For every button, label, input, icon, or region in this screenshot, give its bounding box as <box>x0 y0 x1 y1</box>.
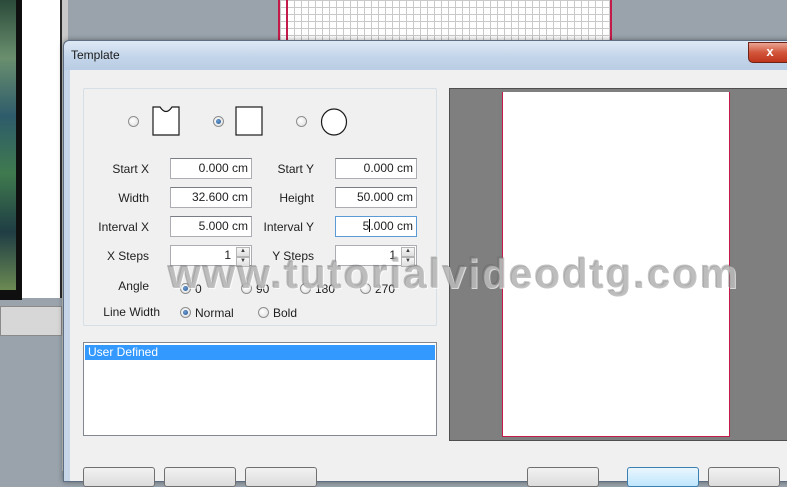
interval-x-input[interactable]: 5.000 cm <box>170 216 252 237</box>
spin-down-icon[interactable]: ▼ <box>401 257 415 267</box>
width-input[interactable]: 32.600 cm <box>170 187 252 208</box>
interval-y-label: Interval Y <box>263 220 314 234</box>
list-item[interactable]: User Defined <box>85 345 435 360</box>
background-status-bar <box>0 306 62 336</box>
line-width-option-bold: Bold <box>273 306 298 320</box>
bottom-button-3[interactable] <box>245 467 317 487</box>
background-white-panel <box>22 0 62 298</box>
y-steps-spin-buttons: ▲ ▼ <box>401 247 415 267</box>
interval-y-value-start: 5 <box>362 219 370 233</box>
x-steps-spinner[interactable]: 1 ▲ ▼ <box>170 245 252 267</box>
template-dialog: Template x Start X 0.000 cm Start Y 0.00… <box>63 40 787 487</box>
angle-radio-270[interactable] <box>360 283 371 294</box>
angle-option-0: 0 <box>195 282 202 296</box>
template-list[interactable]: User Defined <box>83 342 437 436</box>
shape-radio-notched-rectangle[interactable] <box>128 116 139 127</box>
background-photo-thumbnail <box>0 0 16 290</box>
bottom-button-2[interactable] <box>164 467 236 487</box>
interval-y-input[interactable]: 5.000 cm <box>335 216 417 237</box>
angle-option-90: 90 <box>256 282 270 296</box>
cancel-button[interactable] <box>708 467 780 487</box>
y-steps-label: Y Steps <box>272 249 314 263</box>
angle-label: Angle <box>118 279 149 293</box>
angle-option-270: 270 <box>375 282 396 296</box>
ok-button[interactable] <box>627 467 699 487</box>
line-width-option-normal: Normal <box>195 306 234 320</box>
line-width-radio-bold[interactable] <box>258 307 269 318</box>
angle-option-180: 180 <box>315 282 336 296</box>
line-width-radio-normal[interactable] <box>180 307 191 318</box>
close-button[interactable]: x <box>748 42 787 63</box>
width-label: Width <box>118 191 149 205</box>
background-grid-ruler <box>286 0 292 40</box>
angle-radio-180[interactable] <box>300 283 311 294</box>
start-x-label: Start X <box>112 162 149 176</box>
start-x-input[interactable]: 0.000 cm <box>170 158 252 179</box>
settings-group: Start X 0.000 cm Start Y 0.000 cm Width … <box>83 88 437 326</box>
close-icon: x <box>766 44 774 59</box>
spin-up-icon[interactable]: ▲ <box>401 247 415 257</box>
shape-radio-circle[interactable] <box>296 116 307 127</box>
start-y-input[interactable]: 0.000 cm <box>335 158 417 179</box>
x-steps-label: X Steps <box>106 249 149 263</box>
notched-rectangle-icon <box>152 106 180 136</box>
shape-radio-rectangle[interactable] <box>213 116 224 127</box>
height-label: Height <box>279 191 314 205</box>
dialog-titlebar[interactable]: Template x <box>64 41 787 70</box>
bottom-button-1[interactable] <box>83 467 155 487</box>
height-input[interactable]: 50.000 cm <box>335 187 417 208</box>
angle-radio-0[interactable] <box>180 283 191 294</box>
template-preview <box>449 88 787 441</box>
line-width-label: Line Width <box>103 305 160 319</box>
dialog-title: Template <box>71 48 120 62</box>
start-y-label: Start Y <box>277 162 314 176</box>
bottom-button-4[interactable] <box>527 467 599 487</box>
background-grid-canvas <box>278 0 612 40</box>
interval-x-label: Interval X <box>98 220 149 234</box>
interval-y-value-end: .000 cm <box>370 219 413 233</box>
circle-icon <box>320 108 348 136</box>
y-steps-value: 1 <box>389 248 396 262</box>
angle-radio-90[interactable] <box>241 283 252 294</box>
preview-page <box>502 92 730 437</box>
y-steps-spinner[interactable]: 1 ▲ ▼ <box>335 245 417 267</box>
dialog-client-area: Start X 0.000 cm Start Y 0.000 cm Width … <box>70 70 787 487</box>
x-steps-value: 1 <box>224 248 231 262</box>
rectangle-icon <box>235 106 263 136</box>
